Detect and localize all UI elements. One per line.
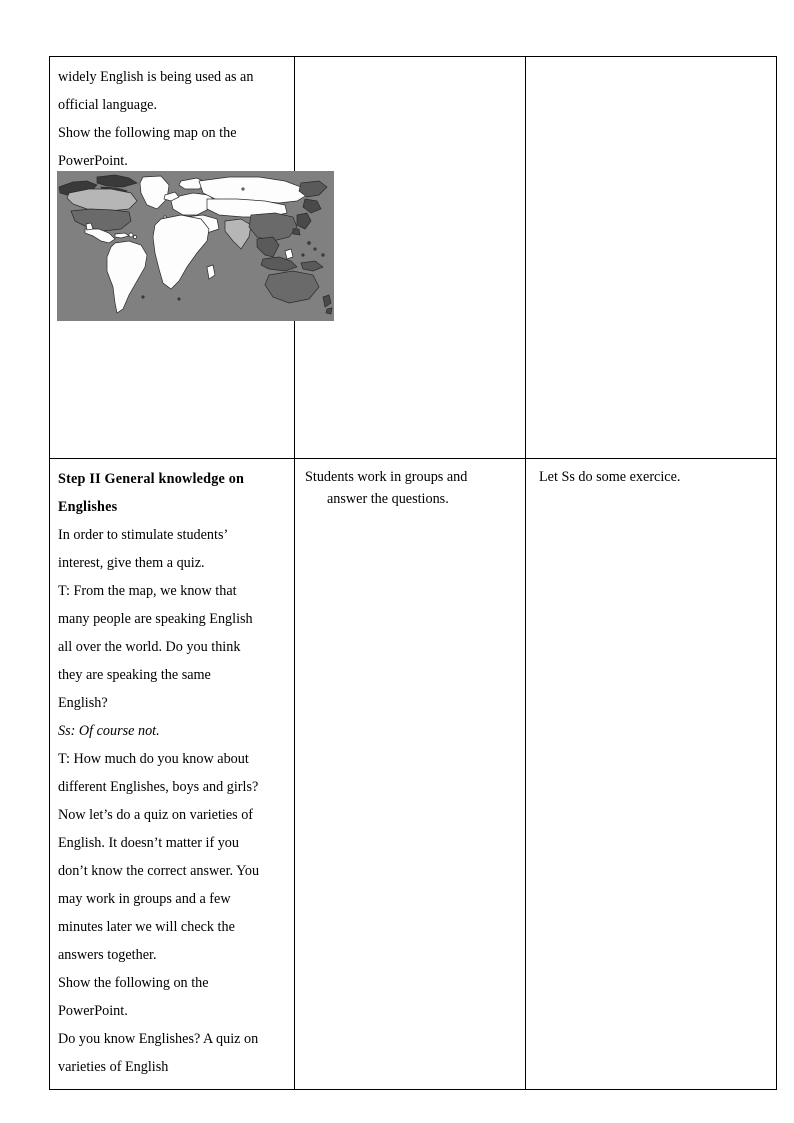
text-line: Show the following map on the [58,125,237,141]
text-line: don’t know the correct answer. You [58,863,260,879]
text-line: In order to stimulate students’ [58,527,229,543]
landmass-island-dot [177,297,181,301]
world-map-image [57,171,334,321]
indented-text: answer the questions. [327,491,449,507]
step-heading-line: Englishes [58,499,118,515]
landmass-island-dot [301,253,305,257]
landmass-island-dot [313,247,317,251]
row2-purpose-text: Let Ss do some exercice. [526,459,776,496]
row2-activity-text: Step II General knowledge on Englishes I… [50,459,294,1089]
world-map-svg [57,171,334,321]
text-line: they are speaking the same [58,667,211,683]
text-line: Do you know Englishes? A quiz on [58,1031,259,1047]
landmass-island-dot [321,253,325,257]
row1-students-activity-text [295,57,525,72]
text-line: all over the world. Do you think [58,639,241,655]
text-line: official language. [58,97,158,113]
text-line: different Englishes, boys and girls? [58,779,259,795]
text-line: T: From the map, we know that [58,583,237,599]
landmass-island-dot [307,241,311,245]
text-line: varieties of English [58,1059,169,1075]
text-line: PowerPoint. [58,1003,128,1019]
text-line: answers together. [58,947,157,963]
text-line: may work in groups and a few [58,891,231,907]
landmass-island-dot [241,187,245,191]
cell-row2-purpose: Let Ss do some exercice. [525,458,777,1090]
text-line-indented: answer the questions. [305,488,519,510]
text-line: widely English is being used as an [58,69,254,85]
landmass-new-zealand-south [325,307,333,315]
text-line: minutes later we will check the [58,919,235,935]
text-line: English. It doesn’t matter if you [58,835,239,851]
landmass-island-dot [141,295,145,299]
cell-row1-purpose [525,56,777,459]
text-line: T: How much do you know about [58,751,249,767]
step-heading-line: Step II General knowledge on [58,471,245,487]
text-line: Let Ss do some exercice. [539,469,681,485]
cell-row2-activity: Step II General knowledge on Englishes I… [49,458,295,1090]
document-page: widely English is being used as an offic… [0,0,794,1123]
landmass-island-dot [128,232,134,238]
text-line: interest, give them a quiz. [58,555,205,571]
landmass-island-dot [163,215,167,219]
row2-students-activity-text: Students work in groups and answer the q… [295,459,525,518]
text-line: Students work in groups and [305,469,468,485]
text-line: Show the following on the [58,975,209,991]
landmass-island-dot [133,235,137,239]
text-line: many people are speaking English [58,611,253,627]
text-line: English? [58,695,108,711]
table-row: Step II General knowledge on Englishes I… [49,458,777,1090]
landmass-korea [292,228,301,236]
cell-row2-students-activity: Students work in groups and answer the q… [294,458,526,1090]
text-line-italic: Ss: Of course not. [58,723,160,739]
row1-purpose-text [526,57,776,72]
row1-activity-text: widely English is being used as an offic… [50,57,294,183]
text-line: Now let’s do a quiz on varieties of [58,807,254,823]
